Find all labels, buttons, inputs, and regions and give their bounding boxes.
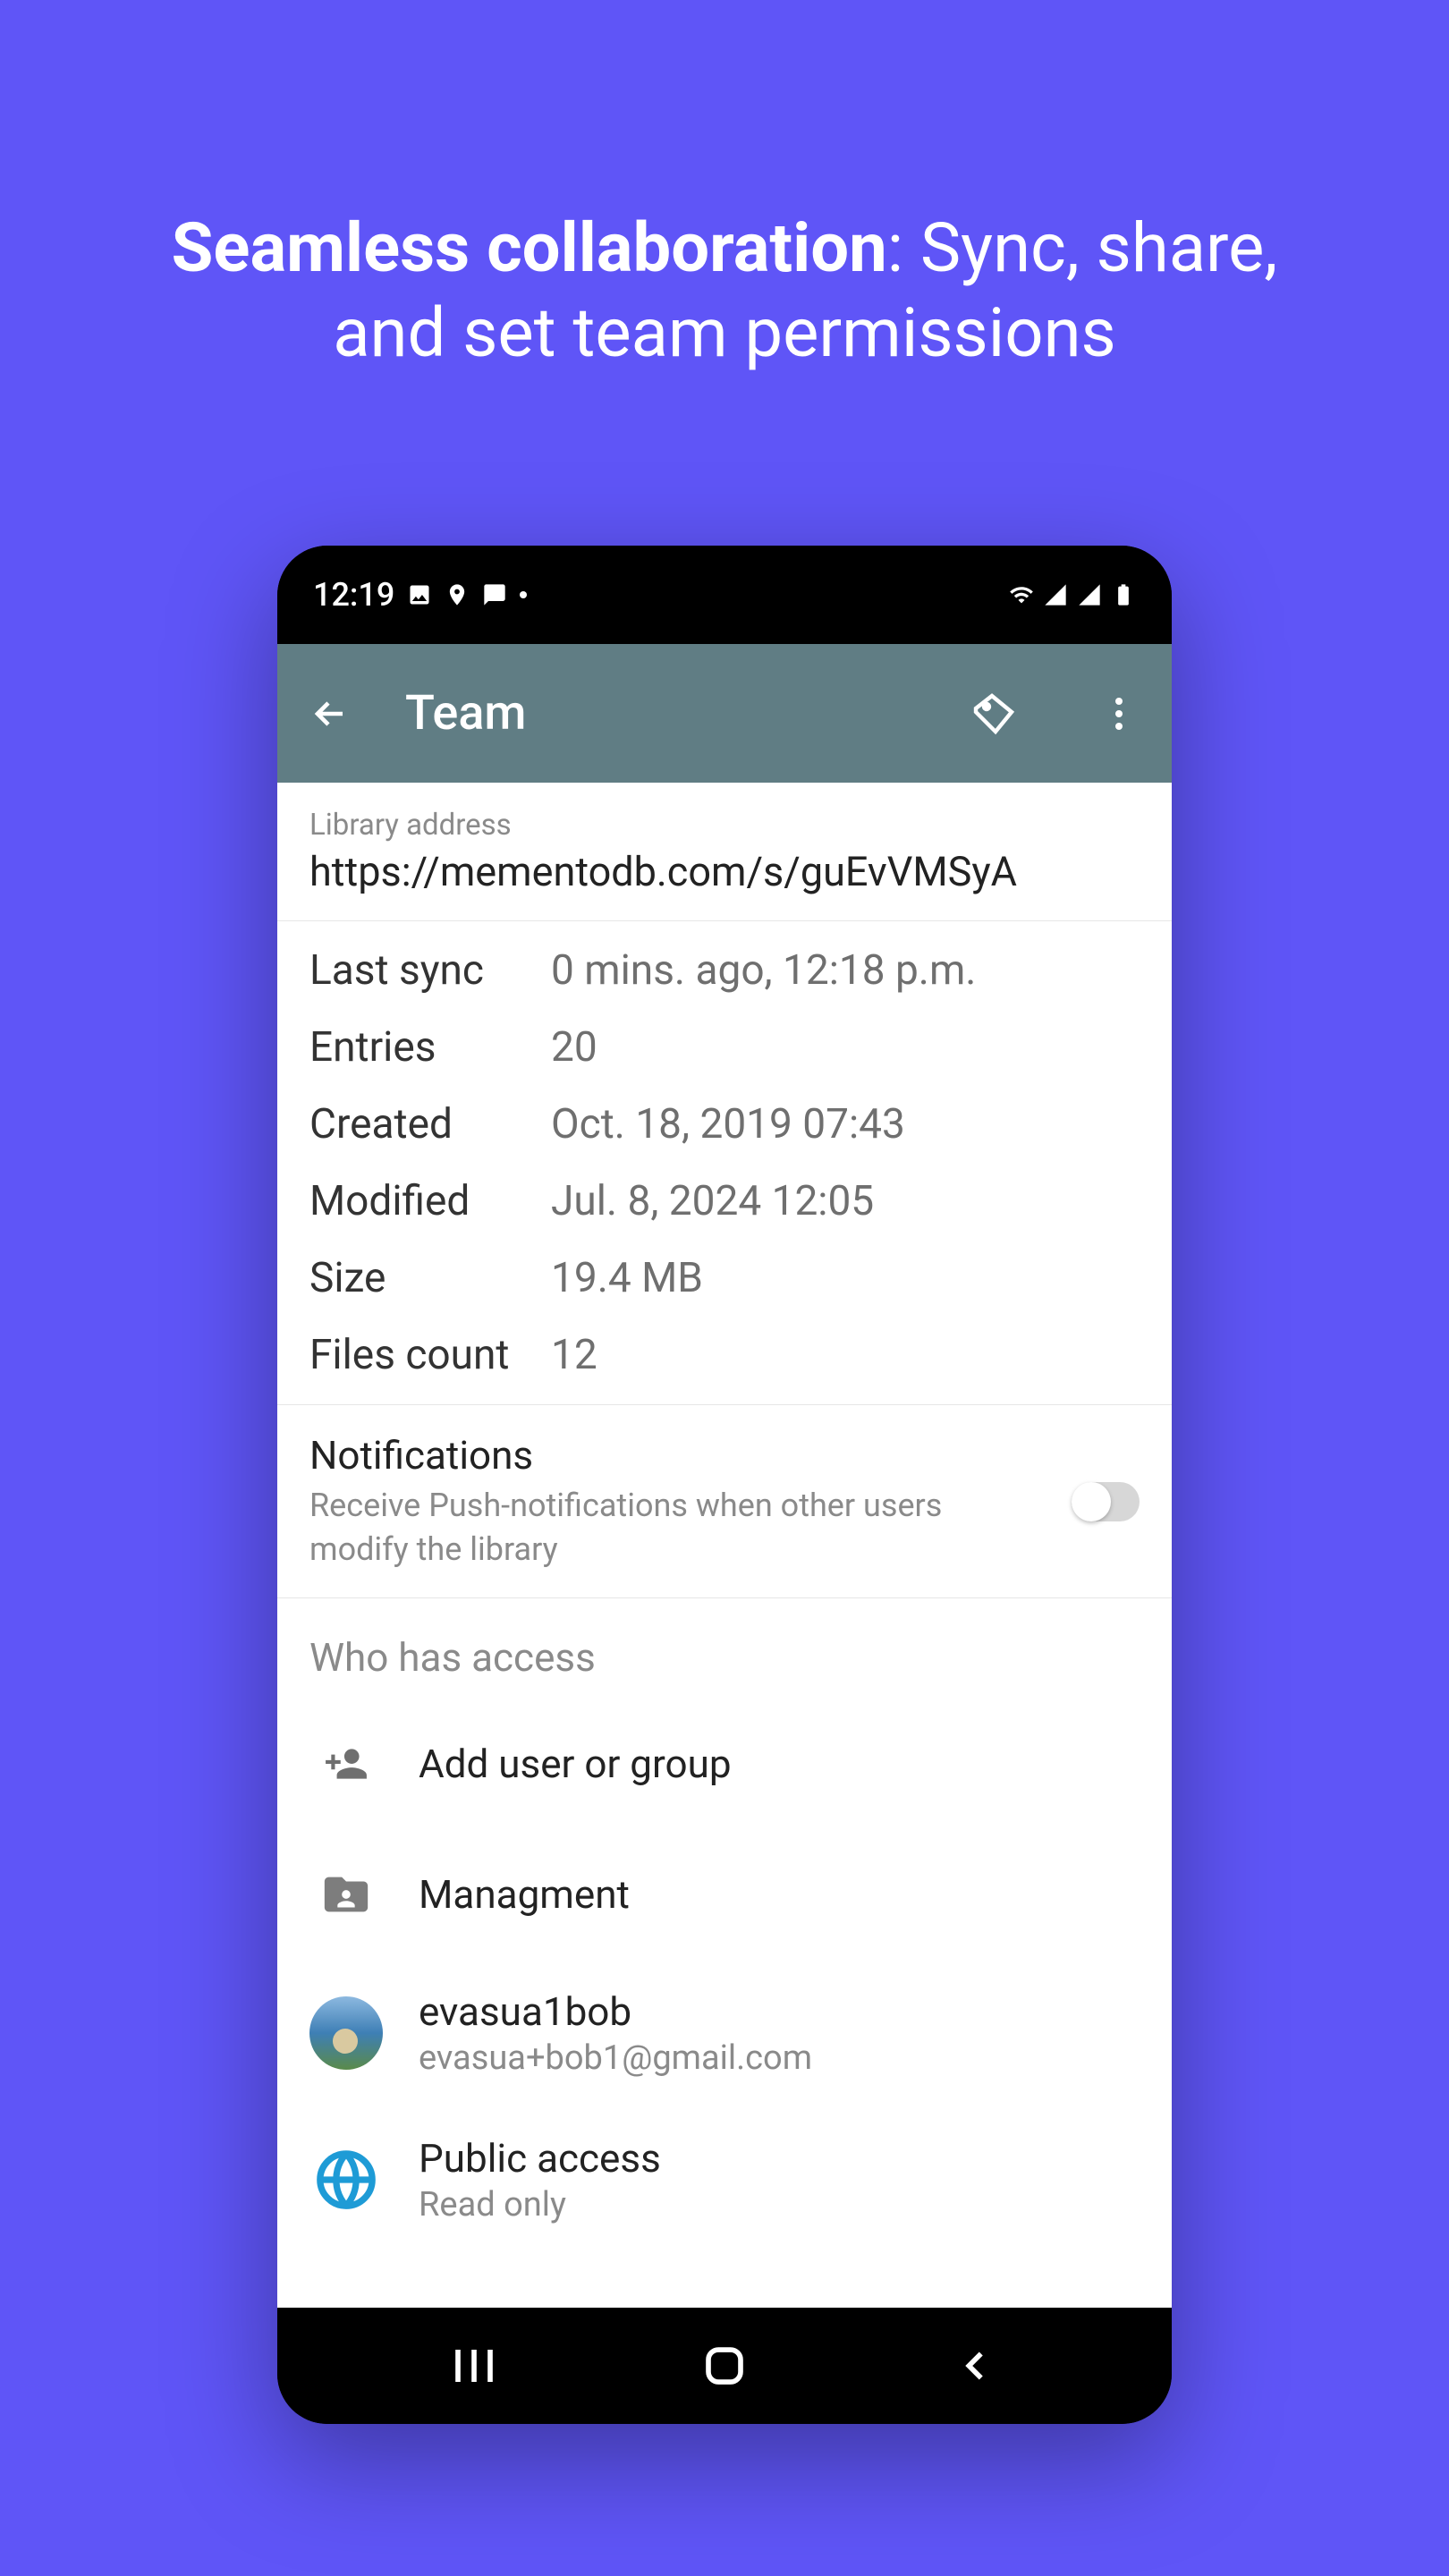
notifications-title: Notifications — [309, 1432, 1045, 1479]
notifications-row[interactable]: Notifications Receive Push-notifications… — [277, 1405, 1172, 1598]
nav-bar — [277, 2308, 1172, 2424]
status-dot — [520, 591, 527, 598]
status-bar: 12:19 — [277, 546, 1172, 644]
tag-icon[interactable] — [972, 692, 1015, 735]
user-email: evasua+bob1@gmail.com — [419, 2038, 1140, 2078]
group-row[interactable]: Managment — [277, 1829, 1172, 1960]
user-name: evasua1bob — [419, 1988, 1140, 2035]
public-access-title: Public access — [419, 2135, 1140, 2182]
nav-back-button[interactable] — [951, 2342, 999, 2390]
chat-icon — [482, 582, 507, 607]
library-address-value: https://mementodb.com/s/guEvVMSyA — [309, 848, 1140, 895]
library-address-section[interactable]: Library address https://mementodb.com/s/… — [277, 783, 1172, 921]
access-section-title: Who has access — [277, 1598, 1172, 1699]
stat-row: Size19.4 MB — [277, 1240, 1172, 1317]
notifications-toggle[interactable] — [1072, 1482, 1140, 1521]
folder-person-icon — [314, 1868, 378, 1920]
public-access-sub: Read only — [419, 2185, 1140, 2224]
wifi-icon — [1009, 582, 1034, 607]
stat-row: ModifiedJul. 8, 2024 12:05 — [277, 1163, 1172, 1240]
globe-icon — [315, 2148, 377, 2211]
stat-row: Files count12 — [277, 1317, 1172, 1394]
public-access-row[interactable]: Public access Read only — [277, 2106, 1172, 2253]
battery-icon — [1111, 582, 1136, 607]
status-time: 12:19 — [313, 576, 394, 614]
location-icon — [445, 582, 470, 607]
more-menu-icon[interactable] — [1097, 692, 1140, 735]
content-area: Library address https://mementodb.com/s/… — [277, 783, 1172, 2308]
group-name: Managment — [419, 1871, 1140, 1918]
add-user-label: Add user or group — [419, 1741, 1140, 1787]
stat-row: Last sync0 mins. ago, 12:18 p.m. — [277, 932, 1172, 1009]
app-bar: Team — [277, 644, 1172, 783]
promo-headline: Seamless collaboration: Sync, share, and… — [0, 0, 1449, 376]
phone-frame: 12:19 Team Library address https://memen… — [277, 546, 1172, 2424]
signal-icon-2 — [1077, 582, 1102, 607]
stats-list: Last sync0 mins. ago, 12:18 p.m. Entries… — [277, 921, 1172, 1405]
library-address-label: Library address — [309, 808, 1140, 843]
signal-icon — [1043, 582, 1068, 607]
nav-home-button[interactable] — [700, 2342, 749, 2390]
avatar — [309, 1996, 383, 2070]
add-user-button[interactable]: Add user or group — [277, 1699, 1172, 1829]
page-title: Team — [405, 685, 890, 741]
user-row[interactable]: evasua1bob evasua+bob1@gmail.com — [277, 1960, 1172, 2106]
stat-row: CreatedOct. 18, 2019 07:43 — [277, 1086, 1172, 1163]
back-button[interactable] — [309, 692, 352, 735]
nav-recents-button[interactable] — [450, 2342, 498, 2390]
notifications-sub: Receive Push-notifications when other us… — [309, 1484, 1045, 1571]
add-person-icon — [318, 1741, 375, 1786]
image-icon — [407, 582, 432, 607]
stat-row: Entries20 — [277, 1009, 1172, 1086]
